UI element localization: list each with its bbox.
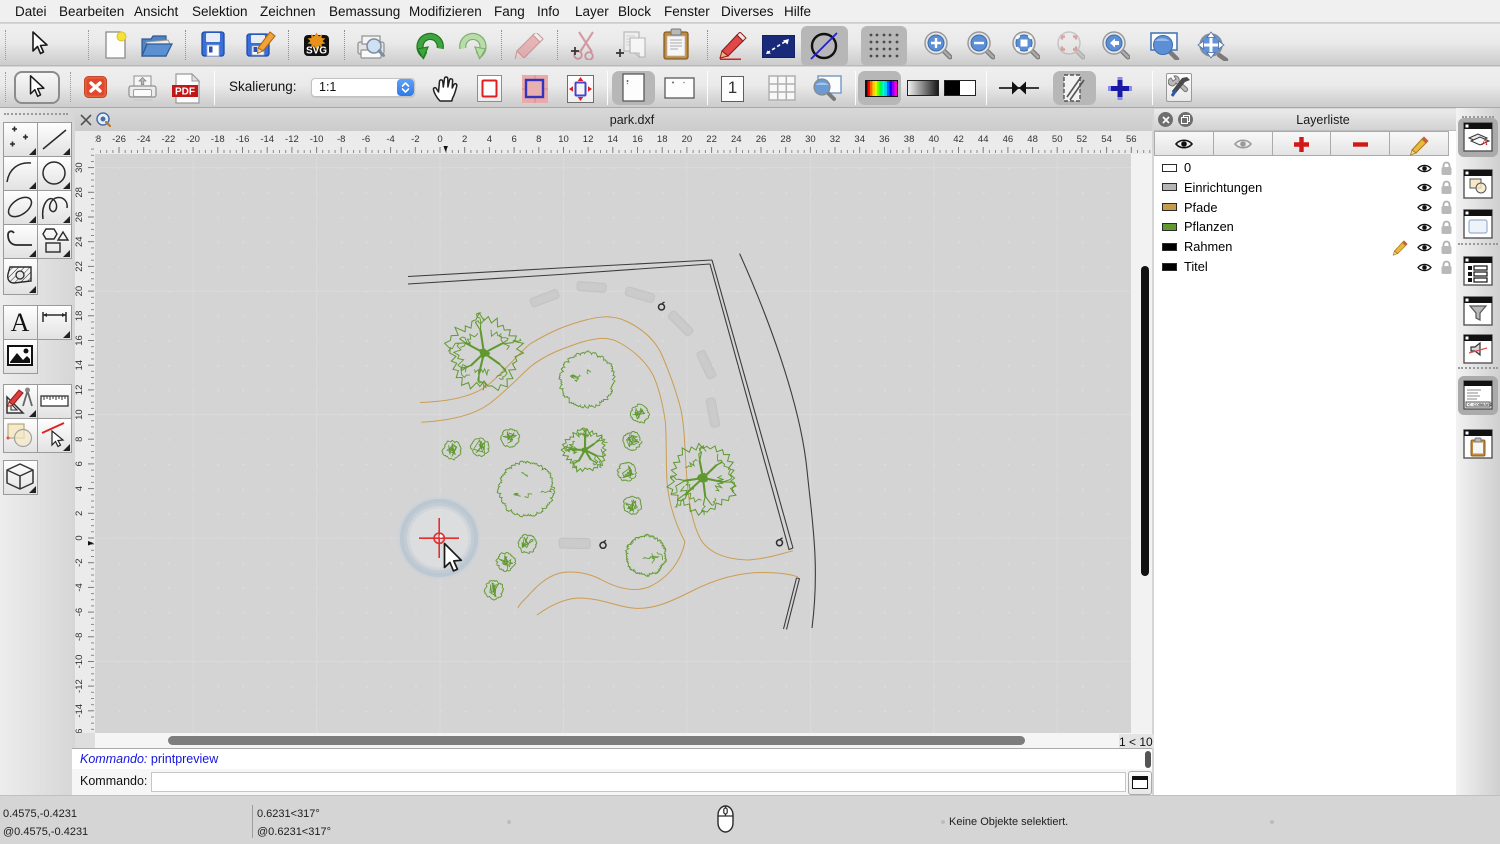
svg-text:22: 22 [706, 134, 717, 145]
svg-text:20: 20 [682, 134, 693, 145]
svg-text:6: 6 [511, 134, 516, 145]
svg-text:-10: -10 [75, 655, 85, 669]
svg-text:56: 56 [1126, 134, 1137, 145]
svg-text:28: 28 [780, 134, 791, 145]
svg-text:4: 4 [487, 134, 492, 145]
svg-text:14: 14 [75, 360, 85, 371]
svg-text:18: 18 [75, 311, 85, 322]
svg-text:26: 26 [756, 134, 767, 145]
svg-text:24: 24 [75, 236, 85, 247]
svg-text:-6: -6 [362, 134, 370, 145]
svg-text:-12: -12 [75, 679, 85, 693]
svg-text:-20: -20 [186, 134, 200, 145]
svg-text:44: 44 [978, 134, 989, 145]
svg-text:4: 4 [75, 486, 85, 491]
svg-text:-18: -18 [211, 134, 225, 145]
svg-text:18: 18 [657, 134, 668, 145]
svg-text:12: 12 [75, 385, 85, 396]
svg-text:-8: -8 [337, 134, 345, 145]
svg-text:PDF: PDF [175, 87, 195, 98]
svg-text:-2: -2 [75, 558, 85, 566]
svg-text:10: 10 [558, 134, 569, 145]
svg-text:-4: -4 [75, 583, 85, 591]
svg-text:12: 12 [583, 134, 594, 145]
svg-text:50: 50 [1052, 134, 1063, 145]
svg-text:-24: -24 [137, 134, 151, 145]
svg-text:A: A [11, 308, 30, 337]
svg-text:2: 2 [462, 134, 467, 145]
svg-text:30: 30 [805, 134, 816, 145]
svg-text:-6: -6 [75, 608, 85, 616]
svg-text:0: 0 [75, 535, 85, 540]
svg-text:< command: < command [1468, 402, 1493, 408]
svg-text:14: 14 [608, 134, 619, 145]
svg-text:SVG: SVG [306, 46, 327, 57]
svg-text:A: A [1481, 137, 1488, 147]
svg-text:52: 52 [1077, 134, 1088, 145]
svg-text:16: 16 [75, 335, 85, 346]
svg-text:-14: -14 [260, 134, 274, 145]
svg-text:24: 24 [731, 134, 742, 145]
svg-text:34: 34 [854, 134, 865, 145]
svg-text:-22: -22 [162, 134, 176, 145]
svg-text:42: 42 [953, 134, 964, 145]
svg-text:20: 20 [75, 286, 85, 297]
svg-text:22: 22 [75, 261, 85, 272]
svg-text:36: 36 [879, 134, 890, 145]
svg-text:8: 8 [75, 437, 85, 442]
svg-text:-14: -14 [75, 704, 85, 718]
svg-text:38: 38 [904, 134, 915, 145]
svg-text:48: 48 [1027, 134, 1038, 145]
svg-text:-4: -4 [386, 134, 394, 145]
svg-text:54: 54 [1101, 134, 1112, 145]
svg-text:-16: -16 [236, 134, 250, 145]
svg-text:2: 2 [75, 511, 85, 516]
svg-text:40: 40 [929, 134, 940, 145]
svg-text:-10: -10 [310, 134, 324, 145]
svg-text:0: 0 [437, 134, 442, 145]
svg-text:32: 32 [830, 134, 841, 145]
svg-text:6: 6 [75, 461, 85, 466]
svg-text:16: 16 [632, 134, 643, 145]
svg-text:-26: -26 [112, 134, 126, 145]
svg-text:-28: -28 [95, 134, 101, 145]
svg-text:30: 30 [75, 162, 85, 173]
svg-text:10: 10 [75, 409, 85, 420]
svg-text:-12: -12 [285, 134, 299, 145]
svg-text:-2: -2 [411, 134, 419, 145]
svg-text:8: 8 [536, 134, 541, 145]
svg-text:-8: -8 [75, 633, 85, 641]
svg-text:26: 26 [75, 212, 85, 223]
svg-text:46: 46 [1003, 134, 1014, 145]
svg-text:28: 28 [75, 187, 85, 198]
